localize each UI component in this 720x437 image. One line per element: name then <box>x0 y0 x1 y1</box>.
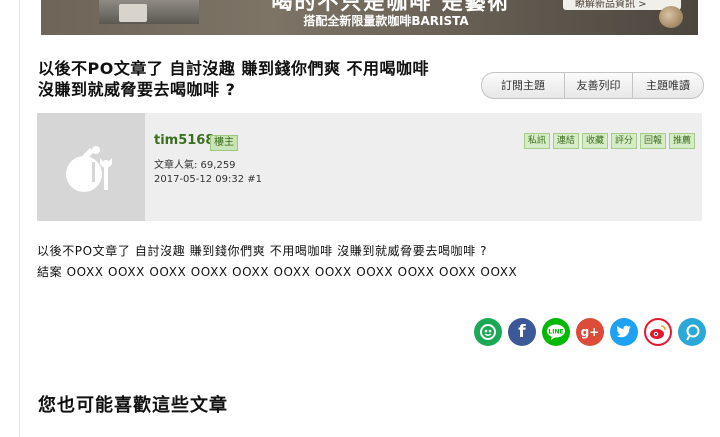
coffee-cup-image <box>659 6 683 28</box>
facebook-icon[interactable]: f <box>508 318 536 346</box>
post-body-line: 結案 OOXX OOXX OOXX OOXX OOXX OOXX OOXX OO… <box>37 265 518 279</box>
twitter-icon[interactable] <box>610 318 638 346</box>
report-button[interactable]: 回報 <box>639 133 666 149</box>
banner-subtitle: 搭配全新限量款咖啡BARISTA <box>303 14 469 28</box>
article-title: 以後不PO文章了 自討沒趣 賺到錢你們爽 不用喝咖啡 沒賺到就威脅要去喝咖啡 ? <box>38 59 430 99</box>
share-bar: f LINE g+ <box>474 318 706 346</box>
banner-cta-label: 瞭解新品資訊 > <box>575 0 647 10</box>
link-button[interactable]: 連結 <box>552 133 579 149</box>
line-icon[interactable]: LINE <box>542 318 570 346</box>
post-username[interactable]: tim5168 <box>154 133 214 148</box>
thread-actions: 訂閱主題 友善列印 主題唯讀 <box>481 72 704 99</box>
post-tools: 私訊 連結 收藏 評分 回報 推薦 <box>523 133 695 149</box>
related-articles-title: 您也可能喜歡這些文章 <box>38 395 228 416</box>
post-body-line: 以後不PO文章了 自討沒趣 賺到錢你們爽 不用喝咖啡 沒賺到就威脅要去喝咖啡 ? <box>37 244 488 258</box>
default-avatar-icon <box>66 146 112 192</box>
rate-button[interactable]: 評分 <box>610 133 637 149</box>
read-only-button[interactable]: 主題唯讀 <box>633 73 703 98</box>
bookmark-button[interactable]: 收藏 <box>581 133 608 149</box>
avatar[interactable] <box>37 113 145 221</box>
message-button[interactable]: 私訊 <box>523 133 550 149</box>
ad-banner[interactable]: 喝的不只是咖啡 是藝術 搭配全新限量款咖啡BARISTA 瞭解新品資訊 > <box>41 0 698 35</box>
svg-text:LINE: LINE <box>548 329 563 336</box>
print-button[interactable]: 友善列印 <box>565 73 633 98</box>
post-header: tim5168 樓主 文章人氣: 69,259 2017-05-12 09:32… <box>37 113 702 221</box>
recommend-button[interactable]: 推薦 <box>668 133 695 149</box>
google-plus-icon[interactable]: g+ <box>576 318 604 346</box>
post-date-floor: 2017-05-12 09:32 #1 <box>154 174 263 185</box>
coffee-machine-image <box>99 0 199 24</box>
post-meta: 文章人氣: 69,259 2017-05-12 09:32 #1 <box>154 159 262 187</box>
op-badge: 樓主 <box>210 135 238 151</box>
post-body: 以後不PO文章了 自討沒趣 賺到錢你們爽 不用喝咖啡 沒賺到就威脅要去喝咖啡 ?… <box>37 241 677 283</box>
post-popularity: 文章人氣: 69,259 <box>154 160 236 171</box>
pinterest-icon[interactable] <box>678 318 706 346</box>
weibo-icon[interactable] <box>644 318 672 346</box>
subscribe-button[interactable]: 訂閱主題 <box>482 73 565 98</box>
page-left-border <box>19 0 20 437</box>
plurk-icon[interactable] <box>474 318 502 346</box>
